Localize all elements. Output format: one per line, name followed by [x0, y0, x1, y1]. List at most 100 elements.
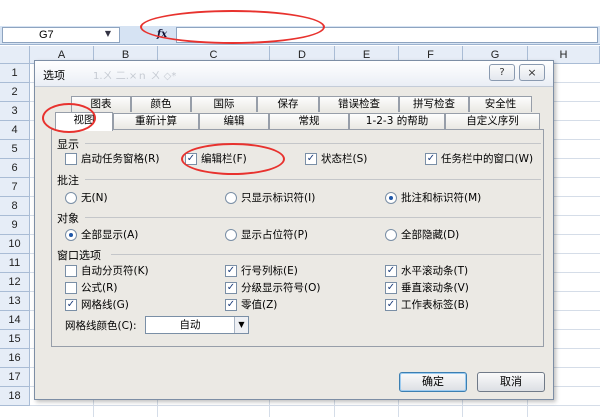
dialog-title: 选项 [43, 69, 65, 82]
checkmark-icon[interactable]: ✓ [385, 265, 397, 277]
tab-color[interactable]: 颜色 [131, 96, 191, 112]
option-label: 启动任务窗格(R) [81, 153, 160, 165]
checkmark-icon[interactable]: ✓ [65, 299, 77, 311]
radio-objects-show-all[interactable]: 全部显示(A) [65, 228, 138, 242]
checkbox-horizontal-scroll[interactable]: ✓ 水平滚动条(T) [385, 264, 468, 278]
checkbox-gridlines[interactable]: ✓ 网格线(G) [65, 298, 129, 312]
radio-button[interactable] [385, 229, 397, 241]
gridline-color-select[interactable]: 自动 ▼ [145, 316, 249, 334]
tab-calculation[interactable]: 重新计算 [113, 113, 199, 129]
checkmark-icon[interactable]: ✓ [225, 282, 237, 294]
tab-general[interactable]: 常规 [269, 113, 349, 129]
option-label: 只显示标识符(I) [241, 192, 316, 204]
annotation-circle [181, 143, 285, 175]
radio-button[interactable] [65, 192, 77, 204]
row-header[interactable]: 16 [0, 349, 30, 368]
background-text: 1.ㄨ 二.×ｎ ㄨ ◇* [93, 71, 177, 82]
tab-spelling[interactable]: 拼写检查 [399, 96, 469, 112]
checkmark-icon[interactable]: ✓ [385, 282, 397, 294]
option-label: 批注和标识符(M) [401, 192, 482, 204]
radio-comments-indicator[interactable]: 只显示标识符(I) [225, 191, 315, 205]
radio-button[interactable] [225, 229, 237, 241]
row-header[interactable]: 13 [0, 292, 30, 311]
radio-comments-none[interactable]: 无(N) [65, 191, 108, 205]
checkbox-task-pane[interactable]: 启动任务窗格(R) [65, 152, 160, 166]
checkbox-box[interactable] [65, 265, 77, 277]
checkbox-box[interactable] [65, 282, 77, 294]
option-label: 网格线(G) [81, 299, 129, 311]
checkbox-formulas[interactable]: 公式(R) [65, 281, 118, 295]
row-header[interactable]: 12 [0, 273, 30, 292]
option-label: 垂直滚动条(V) [401, 282, 469, 294]
tab-edit[interactable]: 编辑 [199, 113, 269, 129]
row-header[interactable]: 11 [0, 254, 30, 273]
close-icon[interactable]: × [519, 64, 545, 81]
checkbox-row-col-headers[interactable]: ✓ 行号列标(E) [225, 264, 298, 278]
row-header[interactable]: 9 [0, 216, 30, 235]
option-label: 状态栏(S) [321, 153, 368, 165]
radio-button[interactable] [225, 192, 237, 204]
options-dialog: 选项 1.ㄨ 二.×ｎ ㄨ ◇* ? × 图表 颜色 国际 保存 错误检查 拼写… [34, 60, 554, 400]
checkbox-box[interactable] [65, 153, 77, 165]
radio-comments-all[interactable]: 批注和标识符(M) [385, 191, 481, 205]
radio-button-selected[interactable] [385, 192, 397, 204]
checkmark-icon[interactable]: ✓ [225, 299, 237, 311]
row-header[interactable]: 15 [0, 330, 30, 349]
row-header[interactable]: 10 [0, 235, 30, 254]
checkmark-icon[interactable]: ✓ [425, 153, 437, 165]
help-icon[interactable]: ? [489, 64, 515, 81]
checkbox-outline-symbols[interactable]: ✓ 分级显示符号(O) [225, 281, 320, 295]
radio-objects-placeholders[interactable]: 显示占位符(P) [225, 228, 308, 242]
option-label: 全部隐藏(D) [401, 229, 460, 241]
option-label: 工作表标签(B) [401, 299, 469, 311]
row-header[interactable]: 2 [0, 83, 30, 102]
cancel-button[interactable]: 取消 [477, 372, 545, 392]
option-label: 无(N) [81, 192, 108, 204]
tab-error-checking[interactable]: 错误检查 [319, 96, 399, 112]
checkbox-taskbar-windows[interactable]: ✓ 任务栏中的窗口(W) [425, 152, 533, 166]
row-header[interactable]: 7 [0, 178, 30, 197]
checkbox-vertical-scroll[interactable]: ✓ 垂直滚动条(V) [385, 281, 469, 295]
option-label: 零值(Z) [241, 299, 278, 311]
row-header[interactable]: 18 [0, 387, 30, 406]
divider [85, 217, 541, 218]
row-header[interactable]: 17 [0, 368, 30, 387]
divider [85, 179, 541, 180]
row-header[interactable]: 1 [0, 64, 30, 83]
row-header[interactable]: 8 [0, 197, 30, 216]
option-label: 显示占位符(P) [241, 229, 309, 241]
row-header[interactable]: 5 [0, 140, 30, 159]
gridline-color-value: 自动 [179, 319, 201, 331]
chevron-down-icon[interactable]: ▼ [234, 317, 248, 333]
option-label: 任务栏中的窗口(W) [441, 153, 534, 165]
tab-international[interactable]: 国际 [191, 96, 257, 112]
chevron-down-icon[interactable]: ▼ [98, 27, 118, 41]
option-label: 水平滚动条(T) [401, 265, 469, 277]
ok-button[interactable]: 确定 [399, 372, 467, 392]
checkmark-icon[interactable]: ✓ [385, 299, 397, 311]
row-header[interactable]: 3 [0, 102, 30, 121]
section-label-objects: 对象 [57, 212, 79, 225]
checkbox-sheet-tabs[interactable]: ✓ 工作表标签(B) [385, 298, 469, 312]
select-all-corner[interactable] [0, 46, 30, 64]
checkbox-zero-values[interactable]: ✓ 零值(Z) [225, 298, 277, 312]
tab-custom-lists[interactable]: 自定义序列 [445, 113, 540, 129]
tab-save[interactable]: 保存 [257, 96, 319, 112]
checkmark-icon[interactable]: ✓ [305, 153, 317, 165]
option-label: 分级显示符号(O) [241, 282, 321, 294]
checkbox-status-bar[interactable]: ✓ 状态栏(S) [305, 152, 367, 166]
dialog-titlebar[interactable]: 选项 1.ㄨ 二.×ｎ ㄨ ◇* ? × [35, 61, 553, 87]
radio-objects-hide-all[interactable]: 全部隐藏(D) [385, 228, 459, 242]
row-header[interactable]: 4 [0, 121, 30, 140]
section-label-window: 窗口选项 [57, 249, 101, 262]
row-header[interactable]: 6 [0, 159, 30, 178]
tab-lotus-help[interactable]: 1-2-3 的帮助 [349, 113, 445, 129]
tab-security[interactable]: 安全性 [469, 96, 532, 112]
option-label: 自动分页符(K) [81, 265, 149, 277]
option-label: 公式(R) [81, 282, 118, 294]
row-header[interactable]: 14 [0, 311, 30, 330]
section-label-comments: 批注 [57, 174, 79, 187]
checkbox-page-breaks[interactable]: 自动分页符(K) [65, 264, 149, 278]
checkmark-icon[interactable]: ✓ [225, 265, 237, 277]
radio-button-selected[interactable] [65, 229, 77, 241]
